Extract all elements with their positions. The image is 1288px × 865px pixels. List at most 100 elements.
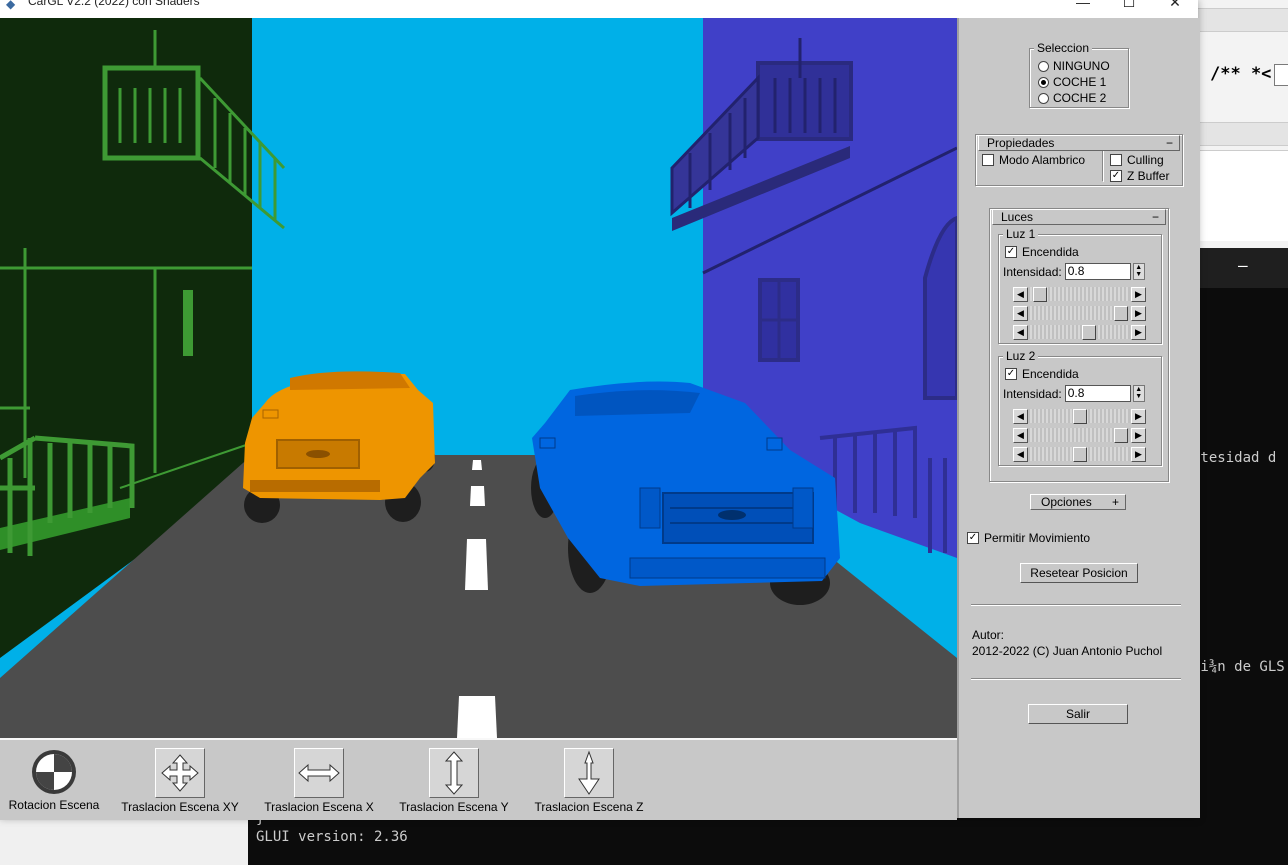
scene-render: [0, 18, 957, 738]
slider-thumb[interactable]: [1082, 325, 1096, 340]
slider-right-arrow-icon[interactable]: ▶: [1131, 287, 1146, 302]
translate-y-tool[interactable]: Traslacion Escena Y: [393, 748, 515, 814]
console-line: GLUI version: 2.36: [256, 829, 408, 845]
slider-right-arrow-icon[interactable]: ▶: [1131, 306, 1146, 321]
checkbox-icon: [1110, 154, 1122, 166]
translate-x-tool-label: Traslacion Escena X: [264, 800, 374, 814]
luz-1-group: Luz 1 ✓ Encendida Intensidad: 0.8 ▲ ▼ ◀ ▶ ◀…: [998, 227, 1162, 344]
window-titlebar[interactable]: ◆ CarGL V2.2 (2022) con Shaders — ☐ ✕: [0, 0, 1198, 18]
autor-text: 2012-2022 (C) Juan Antonio Puchol: [972, 644, 1163, 658]
slider-right-arrow-icon[interactable]: ▶: [1131, 409, 1146, 424]
radio-coche-2[interactable]: COCHE 2: [1038, 91, 1106, 105]
slider-left-arrow-icon[interactable]: ◀: [1013, 428, 1028, 443]
slider-thumb[interactable]: [1073, 447, 1087, 462]
slider-left-arrow-icon[interactable]: ◀: [1013, 287, 1028, 302]
culling-checkbox[interactable]: Culling: [1110, 153, 1164, 167]
minimize-button[interactable]: —: [1060, 0, 1106, 18]
radio-selected-icon: [1038, 76, 1049, 88]
slider-left-arrow-icon[interactable]: ◀: [1013, 409, 1028, 424]
collapse-icon: −: [1165, 136, 1173, 150]
autor-label: Autor:: [972, 628, 1005, 642]
checkbox-checked-icon: ✓: [1005, 368, 1017, 380]
seleccion-title: Seleccion: [1034, 41, 1093, 55]
propiedades-rollout: Propiedades − Modo Alambrico Culling ✓ Z …: [975, 134, 1183, 186]
background-editor-window: /** *<: [1196, 0, 1288, 248]
luz-2-slider[interactable]: ◀ ▶: [1013, 409, 1146, 424]
translate-xy-tool-label: Traslacion Escena XY: [121, 800, 239, 814]
slider-left-arrow-icon[interactable]: ◀: [1013, 325, 1028, 340]
control-panel: Seleccion NINGUNO COCHE 1 COCHE 2 Propie…: [957, 18, 1200, 818]
luz-1-slider[interactable]: ◀ ▶: [1013, 287, 1146, 302]
luz-1-slider[interactable]: ◀ ▶: [1013, 306, 1146, 321]
propiedades-header[interactable]: Propiedades −: [978, 135, 1180, 151]
slider-right-arrow-icon[interactable]: ▶: [1131, 325, 1146, 340]
rotation-sphere-icon[interactable]: [30, 748, 78, 796]
luz-1-title: Luz 1: [1003, 227, 1039, 241]
translate-x-tool[interactable]: Traslacion Escena X: [258, 748, 380, 814]
intensidad-label: Intensidad:: [1003, 386, 1062, 401]
luz-1-slider[interactable]: ◀ ▶: [1013, 325, 1146, 340]
slider-thumb[interactable]: [1113, 428, 1128, 443]
window-title: CarGL V2.2 (2022) con Shaders: [28, 0, 200, 8]
luz-1-intensidad-input[interactable]: 0.8: [1064, 263, 1131, 280]
move-y-icon[interactable]: [429, 748, 479, 798]
slider-track[interactable]: [1028, 325, 1130, 339]
scene-viewport[interactable]: [0, 18, 957, 738]
slider-left-arrow-icon[interactable]: ◀: [1013, 447, 1028, 462]
resetear-posicion-button[interactable]: Resetear Posicion: [1020, 563, 1138, 583]
move-xy-icon[interactable]: [155, 748, 205, 798]
translate-z-tool[interactable]: Traslacion Escena Z: [528, 748, 650, 814]
cargl-window: ◆ CarGL V2.2 (2022) con Shaders — ☐ ✕ Ro…: [0, 0, 1200, 820]
app-icon: ◆: [6, 0, 16, 11]
luz-2-slider[interactable]: ◀ ▶: [1013, 447, 1146, 462]
salir-button[interactable]: Salir: [1028, 704, 1128, 724]
checkbox-checked-icon: ✓: [1110, 170, 1122, 182]
opciones-rollout-header[interactable]: Opciones +: [1030, 494, 1126, 510]
luz-2-slider[interactable]: ◀ ▶: [1013, 428, 1146, 443]
editor-toolbar-code: /** *<: [1210, 64, 1272, 84]
divider: [971, 678, 1181, 680]
radio-coche-1[interactable]: COCHE 1: [1038, 75, 1106, 89]
console-line: si¾n de GLS: [1192, 659, 1285, 675]
radio-icon: [1038, 60, 1049, 72]
luz-1-intensidad-spinner: Intensidad: 0.8 ▲ ▼: [1003, 263, 1145, 280]
editor-toolbar-button[interactable]: [1274, 64, 1288, 86]
modo-alambrico-checkbox[interactable]: Modo Alambrico: [982, 153, 1085, 167]
editor-menu-strip: [1196, 8, 1288, 32]
transform-toolbar: Rotacion Escena Traslacion Escena XY Tra…: [0, 738, 957, 820]
luz-2-title: Luz 2: [1003, 349, 1039, 363]
slider-right-arrow-icon[interactable]: ▶: [1131, 447, 1146, 462]
radio-ninguno[interactable]: NINGUNO: [1038, 59, 1110, 73]
slider-thumb[interactable]: [1073, 409, 1087, 424]
slider-right-arrow-icon[interactable]: ▶: [1131, 428, 1146, 443]
slider-thumb[interactable]: [1032, 287, 1047, 302]
collapse-icon: −: [1151, 210, 1159, 224]
rotation-tool-label: Rotacion Escena: [8, 798, 100, 812]
luz-2-intensidad-input[interactable]: 0.8: [1064, 385, 1131, 402]
checkbox-checked-icon: ✓: [967, 532, 979, 544]
rotation-tool[interactable]: Rotacion Escena: [4, 748, 104, 812]
radio-icon: [1038, 92, 1049, 104]
luz-2-group: Luz 2 ✓ Encendida Intensidad: 0.8 ▲ ▼ ◀ ▶ ◀…: [998, 349, 1162, 466]
zbuffer-checkbox[interactable]: ✓ Z Buffer: [1110, 169, 1169, 183]
expand-icon: +: [1111, 495, 1119, 509]
translate-z-tool-label: Traslacion Escena Z: [534, 800, 644, 814]
move-z-icon[interactable]: [564, 748, 614, 798]
intensidad-label: Intensidad:: [1003, 264, 1062, 279]
checkbox-icon: [982, 154, 994, 166]
luz-2-encendida-checkbox[interactable]: ✓ Encendida: [1005, 367, 1079, 381]
slider-left-arrow-icon[interactable]: ◀: [1013, 306, 1028, 321]
console-minimize-icon[interactable]: —: [1238, 256, 1248, 275]
close-button[interactable]: ✕: [1152, 0, 1198, 18]
luces-header[interactable]: Luces −: [992, 209, 1166, 225]
slider-thumb[interactable]: [1113, 306, 1128, 321]
spinner-arrows-icon[interactable]: ▲ ▼: [1132, 263, 1145, 280]
spinner-arrows-icon[interactable]: ▲ ▼: [1132, 385, 1145, 402]
maximize-button[interactable]: ☐: [1106, 0, 1152, 18]
seleccion-group: Seleccion NINGUNO COCHE 1 COCHE 2: [1029, 41, 1129, 108]
checkbox-checked-icon: ✓: [1005, 246, 1017, 258]
luz-1-encendida-checkbox[interactable]: ✓ Encendida: [1005, 245, 1079, 259]
permitir-movimiento-checkbox[interactable]: ✓ Permitir Movimiento: [967, 531, 1090, 545]
move-x-icon[interactable]: [294, 748, 344, 798]
translate-xy-tool[interactable]: Traslacion Escena XY: [116, 748, 244, 814]
